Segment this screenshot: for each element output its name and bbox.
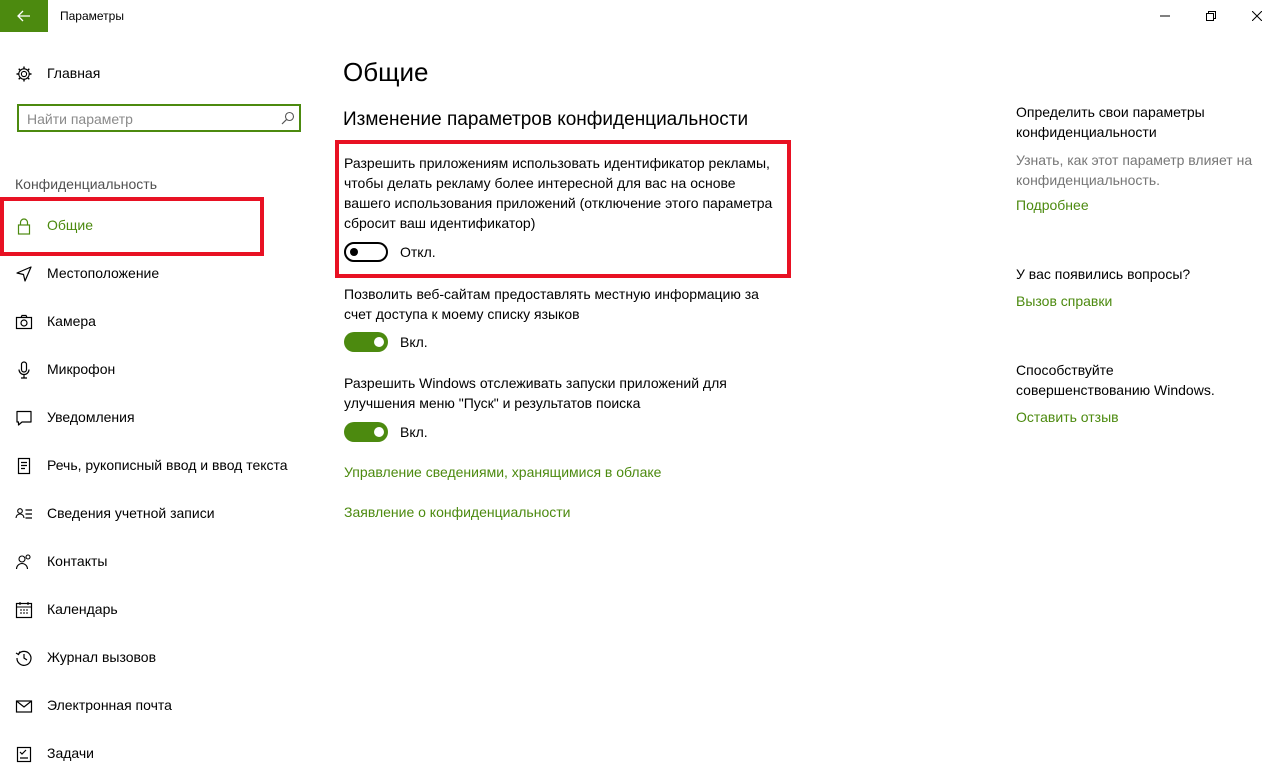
sidebar-item-label: Главная (47, 65, 101, 81)
contacts-icon (15, 554, 31, 570)
minimize-button[interactable] (1142, 0, 1188, 32)
sidebar-item-label: Местоположение (47, 265, 160, 281)
account-info-icon (15, 508, 32, 519)
sidebar-item-microphone[interactable]: Микрофон (0, 349, 300, 389)
search-icon[interactable] (281, 111, 295, 125)
sidebar-item-label: Электронная почта (47, 697, 172, 713)
toggle-language-list[interactable] (344, 332, 388, 352)
close-icon (1252, 11, 1262, 21)
toggle-knob (374, 337, 384, 347)
sidebar-item-mail[interactable]: Электронная почта (0, 685, 300, 725)
sidebar-item-speech[interactable]: Речь, рукописный ввод и ввод текста (0, 445, 300, 485)
sidebar-item-label: Задачи (47, 745, 95, 761)
window-title: Параметры (60, 9, 124, 23)
sidebar-item-call-history[interactable]: Журнал вызовов (0, 637, 300, 677)
calendar-icon (15, 602, 33, 619)
camera-icon (15, 314, 33, 330)
link-privacy-statement[interactable]: Заявление о конфиденциальности (344, 504, 570, 520)
section-heading: Изменение параметров конфиденциальности (343, 109, 749, 130)
speech-icon (17, 457, 31, 475)
sidebar-item-tasks[interactable]: Задачи (0, 733, 300, 773)
sidebar-item-label: Контакты (47, 553, 108, 569)
toggle-state-label: Вкл. (400, 334, 428, 350)
sidebar-item-label: Микрофон (47, 361, 116, 377)
highlight-box-sidebar (0, 197, 264, 256)
back-button[interactable] (0, 0, 48, 32)
toggle-app-launch-tracking[interactable] (344, 422, 388, 442)
mail-icon (15, 700, 33, 713)
title-bar: Параметры (0, 0, 1280, 32)
toggle-state-label: Вкл. (400, 424, 428, 440)
rail-text-privacy: Узнать, как этот параметр влияет на конф… (1016, 152, 1253, 188)
restore-icon (1206, 11, 1216, 21)
setting-description-language-list: Позволить веб-сайтам предоставлять местн… (344, 286, 759, 322)
toggle-knob (374, 427, 384, 437)
rail-heading-feedback: Способствуйте совершенствованию Windows. (1016, 362, 1215, 398)
setting-description-app-launch-tracking: Разрешить Windows отслеживать запуски пр… (344, 375, 727, 411)
sidebar-item-location[interactable]: Местоположение (0, 253, 300, 293)
sidebar-item-label: Сведения учетной записи (47, 505, 215, 521)
sidebar-item-contacts[interactable]: Контакты (0, 541, 300, 581)
back-arrow-icon (17, 10, 30, 22)
rail-heading-privacy: Определить свои параметры конфиденциальн… (1016, 104, 1205, 140)
sidebar-section-label: Конфиденциальность (15, 176, 158, 192)
highlight-box-setting (335, 140, 791, 278)
microphone-icon (18, 361, 30, 379)
rail-heading-questions: У вас появились вопросы? (1016, 266, 1191, 282)
notifications-icon (16, 410, 32, 426)
sidebar-item-account-info[interactable]: Сведения учетной записи (0, 493, 300, 533)
sidebar-item-camera[interactable]: Камера (0, 301, 300, 341)
sidebar-item-calendar[interactable]: Календарь (0, 589, 300, 629)
link-get-help[interactable]: Вызов справки (1016, 293, 1112, 309)
location-icon (16, 266, 32, 282)
link-give-feedback[interactable]: Оставить отзыв (1016, 409, 1119, 425)
link-learn-more[interactable]: Подробнее (1016, 197, 1089, 213)
sidebar-item-label: Камера (47, 313, 96, 329)
sidebar-item-home[interactable]: Главная (0, 53, 300, 93)
sidebar-item-label: Журнал вызовов (47, 649, 157, 665)
page-title: Общие (343, 57, 429, 87)
tasks-icon (16, 746, 32, 763)
minimize-icon (1160, 15, 1170, 17)
sidebar-item-notifications[interactable]: Уведомления (0, 397, 300, 437)
sidebar-item-label: Речь, рукописный ввод и ввод текста (47, 457, 288, 473)
gear-icon (16, 66, 32, 82)
call-history-icon (15, 650, 32, 666)
link-cloud-info[interactable]: Управление сведениями, хранящимися в обл… (344, 464, 661, 480)
close-button[interactable] (1234, 0, 1280, 32)
search-box[interactable] (17, 104, 301, 132)
restore-button[interactable] (1188, 0, 1234, 32)
search-input[interactable] (27, 110, 277, 128)
sidebar-item-label: Уведомления (47, 409, 135, 425)
sidebar-item-label: Календарь (47, 601, 118, 617)
